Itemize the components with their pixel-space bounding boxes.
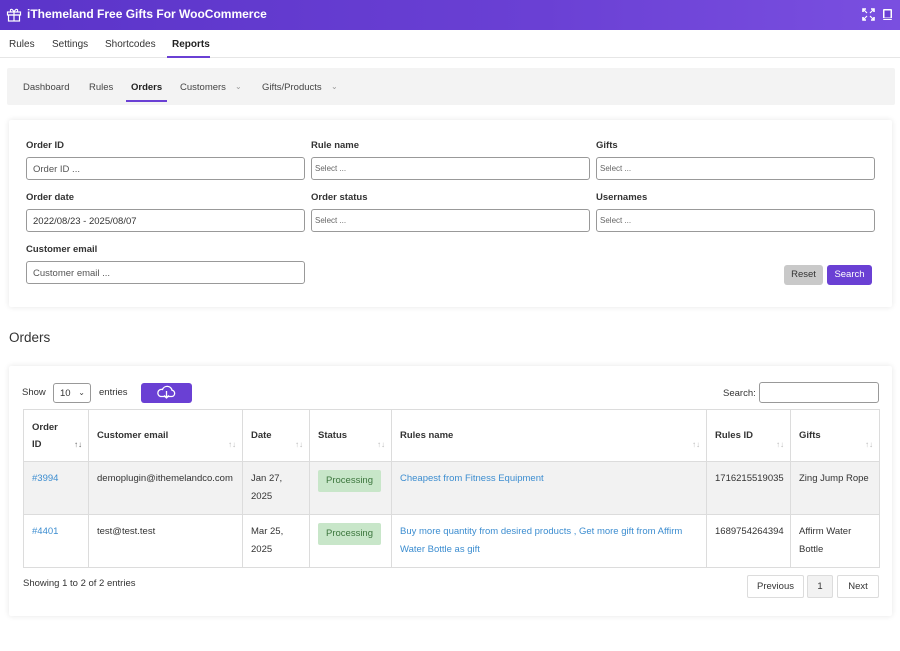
sort-icon: ↑↓ xyxy=(295,440,303,449)
cell-rules-id: 1689754264394 xyxy=(706,514,791,568)
table-row: #3994 demoplugin@ithemelandco.com Jan 27… xyxy=(23,461,880,515)
cell-email: demoplugin@ithemelandco.com xyxy=(88,461,243,515)
subnav-dashboard[interactable]: Dashboard xyxy=(23,82,69,93)
gifts-select[interactable]: Select ... xyxy=(596,157,875,180)
cell-status: Processing xyxy=(309,461,392,515)
cell-status: Processing xyxy=(309,514,392,568)
sort-icon: ↑↓ xyxy=(865,440,873,449)
order-status-label: Order status xyxy=(311,192,368,203)
cell-order-id: #3994 xyxy=(23,461,89,515)
subnav-gifts-products[interactable]: Gifts/Products xyxy=(262,82,322,93)
rule-link[interactable]: Cheapest from Fitness Equipment xyxy=(400,473,544,484)
filter-panel: Order ID Order ID ... Rule name Select .… xyxy=(9,120,892,307)
subnav-customers[interactable]: Customers xyxy=(180,82,226,93)
col-status-label: Status xyxy=(318,430,348,441)
main-nav-reports[interactable]: Reports xyxy=(172,39,210,50)
main-nav-settings[interactable]: Settings xyxy=(52,39,88,50)
cell-email: test@test.test xyxy=(88,514,243,568)
col-gifts-label: Gifts xyxy=(799,430,821,441)
entries-select[interactable]: 10 ⌄ xyxy=(53,383,91,403)
col-date-label: Date xyxy=(251,430,272,441)
app-title: iThemeland Free Gifts For WooCommerce xyxy=(27,7,267,21)
col-order-id[interactable]: Order ID ↑↓ xyxy=(23,409,89,462)
orders-title: Orders xyxy=(9,330,51,345)
status-badge: Processing xyxy=(318,523,381,545)
table-header-row: Order ID ↑↓ Customer email ↑↓ Date ↑↓ Statu… xyxy=(23,409,880,462)
sort-icon: ↑↓ xyxy=(692,440,700,449)
cell-gifts: Affirm Water Bottle xyxy=(790,514,880,568)
app-header: iThemeland Free Gifts For WooCommerce xyxy=(0,0,900,30)
col-gifts[interactable]: Gifts ↑↓ xyxy=(790,409,880,462)
page-1-button[interactable]: 1 xyxy=(807,575,833,598)
table-search-label: Search: xyxy=(723,388,756,399)
rule-name-label: Rule name xyxy=(311,140,360,151)
orders-table: Order ID ↑↓ Customer email ↑↓ Date ↑↓ Statu… xyxy=(23,409,880,568)
status-badge: Processing xyxy=(318,470,381,492)
cell-rules-name: Cheapest from Fitness Equipment xyxy=(391,461,707,515)
col-date[interactable]: Date ↑↓ xyxy=(242,409,310,462)
chevron-down-icon: ⌄ xyxy=(78,388,85,397)
rule-name-select[interactable]: Select ... xyxy=(311,157,590,180)
reset-button[interactable]: Reset xyxy=(784,265,823,285)
cell-date: Jan 27, 2025 xyxy=(242,461,310,515)
active-subtab-indicator xyxy=(126,100,167,102)
order-date-label: Order date xyxy=(26,192,75,203)
gift-box-icon xyxy=(6,8,22,22)
cloud-download-icon xyxy=(157,385,176,399)
fullscreen-icon[interactable] xyxy=(862,8,875,21)
subnav-rules[interactable]: Rules xyxy=(89,82,113,93)
main-nav: Rules Settings Shortcodes Reports xyxy=(0,30,900,58)
col-order-id-label: Order ID xyxy=(32,421,58,450)
next-page-button[interactable]: Next xyxy=(837,575,879,598)
table-search-input[interactable] xyxy=(759,382,879,403)
cell-date: Mar 25, 2025 xyxy=(242,514,310,568)
sort-icon: ↑↓ xyxy=(776,440,784,449)
col-customer-email[interactable]: Customer email ↑↓ xyxy=(88,409,243,462)
gifts-label: Gifts xyxy=(596,140,618,151)
cell-rules-name: Buy more quantity from desired products … xyxy=(391,514,707,568)
order-link[interactable]: #4401 xyxy=(32,526,58,537)
order-id-input[interactable]: Order ID ... xyxy=(26,157,305,180)
customer-email-label: Customer email xyxy=(26,244,98,255)
col-rules-id-label: Rules ID xyxy=(715,430,754,441)
col-rules-id[interactable]: Rules ID ↑↓ xyxy=(706,409,791,462)
orders-panel: Show 10 ⌄ entries Search: Order ID ↑↓ Cus… xyxy=(9,366,892,616)
reports-subnav: Dashboard Rules Orders Customers ⌄ Gifts… xyxy=(7,68,895,105)
rule-link[interactable]: Buy more quantity from desired products … xyxy=(400,526,682,555)
chevron-down-icon[interactable]: ⌄ xyxy=(331,82,338,91)
usernames-select[interactable]: Select ... xyxy=(596,209,875,232)
search-button[interactable]: Search xyxy=(827,265,872,285)
cell-rules-id: 1716215519035 xyxy=(706,461,791,515)
chevron-down-icon[interactable]: ⌄ xyxy=(235,82,242,91)
sort-icon: ↑↓ xyxy=(377,440,385,449)
usernames-label: Usernames xyxy=(596,192,648,203)
col-rules-name[interactable]: Rules name ↑↓ xyxy=(391,409,707,462)
cell-order-id: #4401 xyxy=(23,514,89,568)
subnav-orders[interactable]: Orders xyxy=(131,82,162,93)
book-icon[interactable] xyxy=(881,8,894,21)
col-status[interactable]: Status ↑↓ xyxy=(309,409,392,462)
sort-asc-icon: ↑↓ xyxy=(74,440,82,449)
order-link[interactable]: #3994 xyxy=(32,473,58,484)
table-row: #4401 test@test.test Mar 25, 2025 Proces… xyxy=(23,514,880,568)
order-id-label: Order ID xyxy=(26,140,65,151)
table-info: Showing 1 to 2 of 2 entries xyxy=(23,578,136,589)
active-tab-indicator xyxy=(167,56,210,58)
order-status-select[interactable]: Select ... xyxy=(311,209,590,232)
customer-email-input[interactable]: Customer email ... xyxy=(26,261,305,284)
download-button[interactable] xyxy=(141,383,192,403)
col-rules-name-label: Rules name xyxy=(400,430,454,441)
main-nav-shortcodes[interactable]: Shortcodes xyxy=(105,39,156,50)
entries-value: 10 xyxy=(60,388,71,399)
previous-page-button[interactable]: Previous xyxy=(747,575,804,598)
cell-gifts: Zing Jump Rope xyxy=(790,461,880,515)
order-date-input[interactable]: 2022/08/23 - 2025/08/07 xyxy=(26,209,305,232)
show-label: Show xyxy=(22,387,46,398)
entries-label: entries xyxy=(99,387,128,398)
main-nav-rules[interactable]: Rules xyxy=(9,39,35,50)
sort-icon: ↑↓ xyxy=(228,440,236,449)
col-customer-email-label: Customer email xyxy=(97,430,169,441)
